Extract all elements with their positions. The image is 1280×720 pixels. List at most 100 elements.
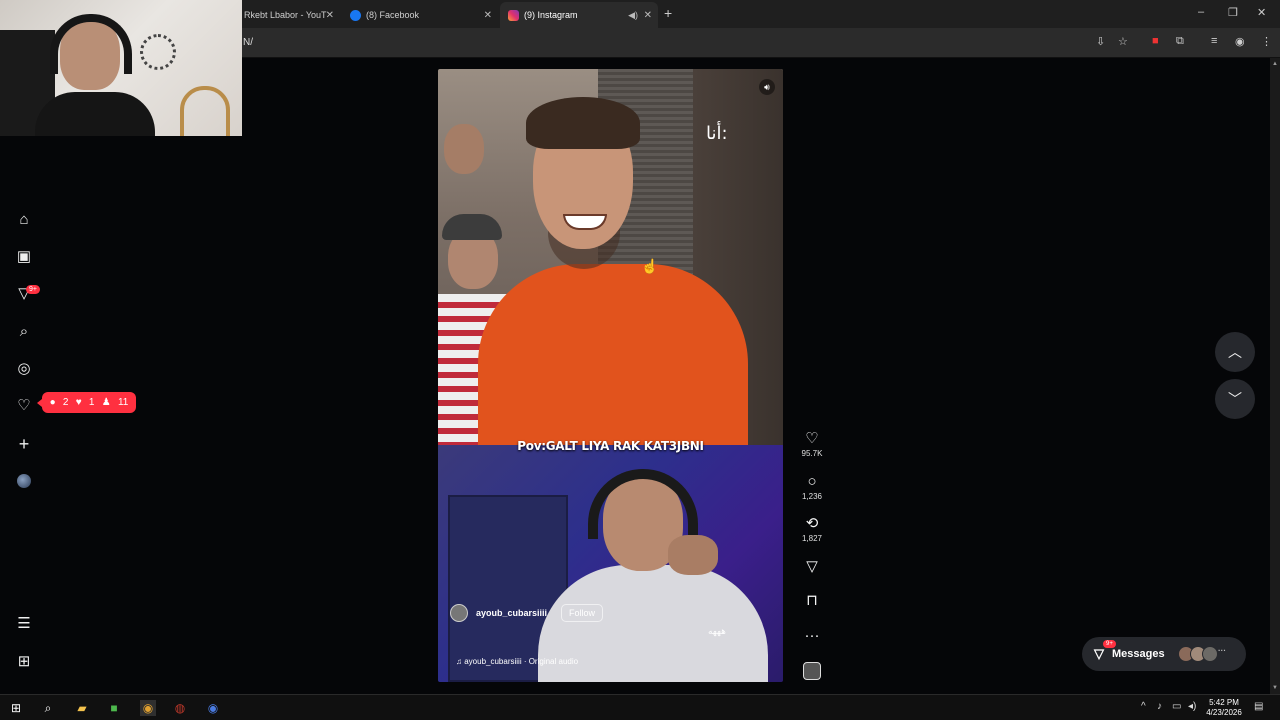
music-note-icon: ♫ — [456, 657, 462, 666]
scroll-up-icon[interactable]: ▲ — [1272, 61, 1278, 67]
app-icon[interactable]: ◉ — [205, 700, 221, 716]
like-icon: ♥ — [75, 397, 82, 408]
browser-menu-icon[interactable]: ⋮ — [1261, 35, 1272, 48]
volume-icon[interactable]: ◂) — [1188, 701, 1196, 712]
messages-avatars: ··· — [1178, 646, 1236, 662]
like-count: 95.7K — [801, 449, 823, 458]
more-menu-icon[interactable]: ☰ — [14, 614, 34, 634]
more-icon[interactable]: ··· — [798, 627, 826, 645]
comment-icon[interactable]: ○ — [798, 473, 826, 491]
author-avatar[interactable] — [450, 604, 468, 622]
comment-action[interactable]: ○ 1,236 — [798, 473, 826, 501]
network-icon[interactable]: ▭ — [1172, 701, 1181, 712]
media-control-icon[interactable]: ≡ — [1211, 35, 1217, 47]
search-icon[interactable]: ⌕ — [14, 322, 34, 342]
facebook-icon — [350, 9, 361, 21]
file-explorer-icon[interactable]: ▰ — [74, 700, 90, 716]
home-icon[interactable]: ⌂ — [14, 210, 34, 230]
screen: Rkebt Lbabor - YouT ✕ (8) Facebook ✕ (9)… — [0, 0, 1280, 720]
microphone-icon[interactable]: ♪ — [1157, 701, 1162, 712]
profile-avatar-icon[interactable]: ◉ — [1235, 35, 1245, 48]
follower-count: 11 — [117, 397, 129, 408]
notifications-heart-icon[interactable]: ♡ — [14, 396, 34, 416]
comment-count: 1,236 — [801, 492, 823, 501]
reel-caption: Pov:GALT LIYA RAK KAT3JBNI — [517, 439, 704, 453]
url-field[interactable]: N/ — [243, 37, 253, 48]
tray-overflow-icon[interactable]: ^ — [1141, 701, 1146, 712]
close-icon[interactable]: ✕ — [326, 10, 334, 21]
save-action[interactable]: ⊓ — [798, 592, 826, 610]
audio-thumbnail[interactable] — [803, 662, 821, 680]
tab-youtube[interactable]: Rkebt Lbabor - YouT ✕ — [236, 4, 340, 26]
new-tab-button[interactable]: + — [664, 5, 672, 21]
close-icon[interactable]: ✕ — [484, 10, 492, 21]
search-icon[interactable]: ⌕ — [40, 700, 56, 716]
bookmark-star-icon[interactable]: ☆ — [1118, 35, 1128, 48]
extension-icon[interactable]: ■ — [1152, 35, 1159, 47]
extensions-puzzle-icon[interactable]: ⧉ — [1176, 35, 1184, 48]
overlay-text: أنا: — [706, 123, 728, 144]
reel-frame-top — [438, 69, 783, 464]
comment-count: 2 — [62, 397, 69, 408]
chevron-down-icon: ﹀ — [1228, 391, 1242, 407]
taskbar: ⊞ ⌕ ▰ ■ ◉ ◍ ◉ ^ ♪ ▭ ◂) 5:42 PM 4/23/2026… — [0, 694, 1280, 720]
speaker-icon[interactable]: ◀) — [628, 10, 638, 21]
clock-time: 5:42 PM — [1209, 698, 1239, 707]
recorder-icon[interactable]: ◍ — [172, 700, 188, 716]
repost-icon[interactable]: ⟲ — [798, 515, 826, 533]
repost-action[interactable]: ⟲ 1,827 — [798, 515, 826, 543]
also-from-meta-icon[interactable]: ⊞ — [14, 652, 34, 672]
create-plus-icon[interactable]: + — [14, 434, 34, 454]
instagram-icon — [508, 9, 519, 21]
messages-label: Messages — [1112, 648, 1165, 660]
close-icon[interactable]: ✕ — [644, 10, 652, 21]
more-options[interactable]: ··· — [798, 627, 826, 645]
reel-author: ayoub_cubarsiiii Follow — [450, 604, 604, 622]
minimize-button[interactable]: – — [1198, 6, 1204, 18]
system-clock[interactable]: 5:42 PM 4/23/2026 — [1200, 698, 1248, 718]
tab-instagram[interactable]: (9) Instagram ◀) ✕ — [500, 2, 658, 28]
next-reel-button[interactable]: ﹀ — [1215, 379, 1255, 419]
heart-icon[interactable]: ♡ — [798, 430, 826, 448]
chrome-icon[interactable]: ◉ — [140, 700, 156, 716]
page-scrollbar[interactable]: ▲ ▼ — [1270, 58, 1280, 694]
profile-avatar[interactable] — [17, 474, 31, 488]
close-window-button[interactable]: ✕ — [1257, 6, 1266, 19]
follow-button[interactable]: Follow — [561, 604, 604, 622]
reel-video[interactable]: أنا: 🔊︎ هههه Pov:GALT LIYA RAK KAT3JBNI … — [438, 69, 783, 682]
store-icon[interactable]: ■ — [106, 700, 122, 716]
repost-count: 1,827 — [801, 534, 823, 543]
chevron-up-icon: ︿ — [1228, 344, 1242, 360]
share-action[interactable]: ▽ — [798, 558, 826, 576]
bookmark-icon[interactable]: ⊓ — [798, 592, 826, 610]
mouse-cursor-icon: ☝ — [641, 258, 659, 274]
more-icon: ··· — [1218, 646, 1226, 655]
audio-label: ayoub_cubarsiiii · Original audio — [464, 657, 579, 666]
author-username[interactable]: ayoub_cubarsiiii — [476, 608, 547, 618]
notification-center-icon[interactable]: ▤ — [1254, 701, 1263, 712]
clock-date: 4/23/2026 — [1206, 708, 1242, 717]
reel-frame-bottom: هههه — [438, 445, 783, 682]
messages-count-badge: 9+ — [26, 285, 40, 294]
messages-button[interactable]: ▽ 9+ Messages ··· — [1082, 637, 1246, 671]
share-icon[interactable]: ▽ — [798, 558, 826, 576]
install-app-icon[interactable]: ⇩ — [1096, 35, 1105, 48]
reels-icon[interactable]: ▣ — [14, 247, 34, 267]
messages-badge: 9+ — [1103, 640, 1116, 648]
webcam-overlay — [0, 0, 242, 136]
direct-messages-icon: ▽ 9+ — [1094, 640, 1116, 662]
audio-track[interactable]: ♫ ayoub_cubarsiiii · Original audio — [456, 657, 578, 666]
notifications-popup[interactable]: ● 2 ♥ 1 ♟ 11 — [37, 392, 136, 413]
windows-start-icon[interactable]: ⊞ — [8, 700, 24, 716]
explore-compass-icon[interactable]: ◎ — [14, 359, 34, 379]
sound-icon[interactable]: 🔊︎ — [759, 79, 775, 95]
tab-facebook[interactable]: (8) Facebook ✕ — [342, 4, 498, 26]
like-count: 1 — [88, 397, 95, 408]
bottom-overlay-text: هههه — [708, 627, 726, 637]
previous-reel-button[interactable]: ︿ — [1215, 332, 1255, 372]
restore-button[interactable]: ❐ — [1228, 6, 1238, 19]
like-action[interactable]: ♡ 95.7K — [798, 430, 826, 458]
follower-icon: ♟ — [101, 397, 111, 408]
comment-icon: ● — [49, 397, 56, 408]
scroll-down-icon[interactable]: ▼ — [1272, 685, 1278, 691]
